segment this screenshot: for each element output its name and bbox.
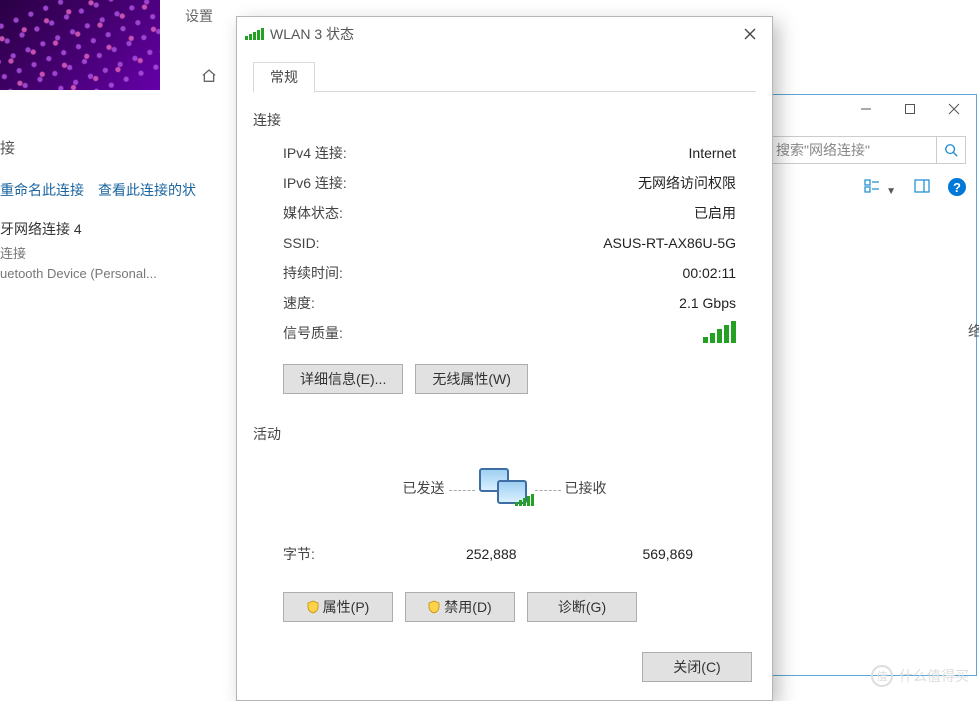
section-connection-header: 连接 [253,110,756,130]
disable-button[interactable]: 禁用(D) [405,592,515,622]
side-partial-label: 络 [968,320,979,342]
explorer-window: 搜索"网络连接" ▼ ? 络 [770,94,977,676]
page-partial-heading: 接 [0,137,15,158]
label-signal-quality: 信号质量: [253,323,463,343]
close-dialog-button[interactable]: 关闭(C) [642,652,752,682]
wifi-signal-icon [245,28,264,40]
search-button[interactable] [937,136,966,164]
activity-received-label: 已接收 [565,480,607,496]
explorer-command-bar: 重命名此连接 查看此连接的状 [0,180,196,198]
row-ssid: SSID: ASUS-RT-AX86U-5G [253,228,756,258]
view-status-link[interactable]: 查看此连接的状 [98,180,196,198]
label-media: 媒体状态: [253,203,463,223]
connection-status: 连接 [0,243,230,262]
search-input[interactable]: 搜索"网络连接" [771,136,937,164]
minimize-button[interactable] [844,95,888,123]
window-controls [844,95,976,123]
close-button[interactable] [932,95,976,123]
activity-bytes-row: 字节: 252,888 569,869 [253,544,756,564]
row-ipv4: IPv4 连接: Internet [253,138,756,168]
view-list-icon[interactable]: ▼ [864,178,896,197]
signal-bars-icon [703,321,736,343]
dialog-footer: 关闭(C) [237,638,772,700]
row-media: 媒体状态: 已启用 [253,198,756,228]
details-button[interactable]: 详细信息(E)... [283,364,403,394]
connection-device: uetooth Device (Personal... [0,266,230,281]
connection-button-row: 详细信息(E)... 无线属性(W) [253,364,756,394]
activity-button-row: 属性(P) 禁用(D) 诊断(G) [253,592,756,622]
label-ipv6: IPv6 连接: [253,173,463,193]
value-ipv4: Internet [463,145,756,161]
row-signal-quality: 信号质量: [253,318,756,348]
wlan-status-dialog: WLAN 3 状态 常规 连接 IPv4 连接: Internet IPv6 连… [236,16,773,701]
row-speed: 速度: 2.1 Gbps [253,288,756,318]
diagnose-button[interactable]: 诊断(G) [527,592,637,622]
search-bar: 搜索"网络连接" [771,135,966,165]
connection-name: 牙网络连接 4 [0,219,230,239]
watermark-text: 什么值得买 [899,666,969,686]
watermark-icon: 值 [871,665,893,687]
disable-button-label: 禁用(D) [444,597,491,617]
row-ipv6: IPv6 连接: 无网络访问权限 [253,168,756,198]
value-ssid: ASUS-RT-AX86U-5G [463,235,756,251]
dialog-close-button[interactable] [728,19,772,49]
dialog-titlebar[interactable]: WLAN 3 状态 [237,17,772,51]
value-signal-quality [463,321,756,346]
watermark: 值 什么值得买 [871,665,969,687]
settings-label: 设置 [185,6,213,26]
help-icon[interactable]: ? [948,178,966,196]
maximize-button[interactable] [888,95,932,123]
row-duration: 持续时间: 00:02:11 [253,258,756,288]
home-icon[interactable] [201,68,217,84]
activity-graphic: 已发送 已接收 [253,464,756,512]
view-toolbar: ▼ ? [801,175,966,199]
properties-button[interactable]: 属性(P) [283,592,393,622]
preview-pane-icon[interactable] [914,178,930,197]
activity-bytes-label: 字节: [253,544,403,564]
rename-connection-link[interactable]: 重命名此连接 [0,180,84,198]
shield-icon [307,600,319,614]
activity-transfer-icon [475,464,535,512]
network-connection-item[interactable]: 牙网络连接 4 连接 uetooth Device (Personal... [0,219,230,281]
dialog-tabs: 常规 [253,61,756,92]
activity-received-bytes: 569,869 [580,546,757,562]
shield-icon [428,600,440,614]
section-activity-header: 活动 [253,424,756,444]
tab-general[interactable]: 常规 [253,62,315,93]
label-ipv4: IPv4 连接: [253,143,463,163]
value-media: 已启用 [463,203,756,223]
activity-divider-right [535,490,561,492]
wireless-properties-button[interactable]: 无线属性(W) [415,364,528,394]
properties-button-label: 属性(P) [323,597,370,617]
value-ipv6: 无网络访问权限 [463,173,756,193]
activity-divider-left [449,490,475,492]
value-duration: 00:02:11 [463,265,756,281]
wallpaper-thumbnail [0,0,160,90]
label-ssid: SSID: [253,235,463,251]
value-speed: 2.1 Gbps [463,295,756,311]
label-duration: 持续时间: [253,263,463,283]
activity-sent-bytes: 252,888 [403,546,580,562]
activity-sent-label: 已发送 [403,480,445,496]
label-speed: 速度: [253,293,463,313]
dialog-title: WLAN 3 状态 [270,24,728,44]
